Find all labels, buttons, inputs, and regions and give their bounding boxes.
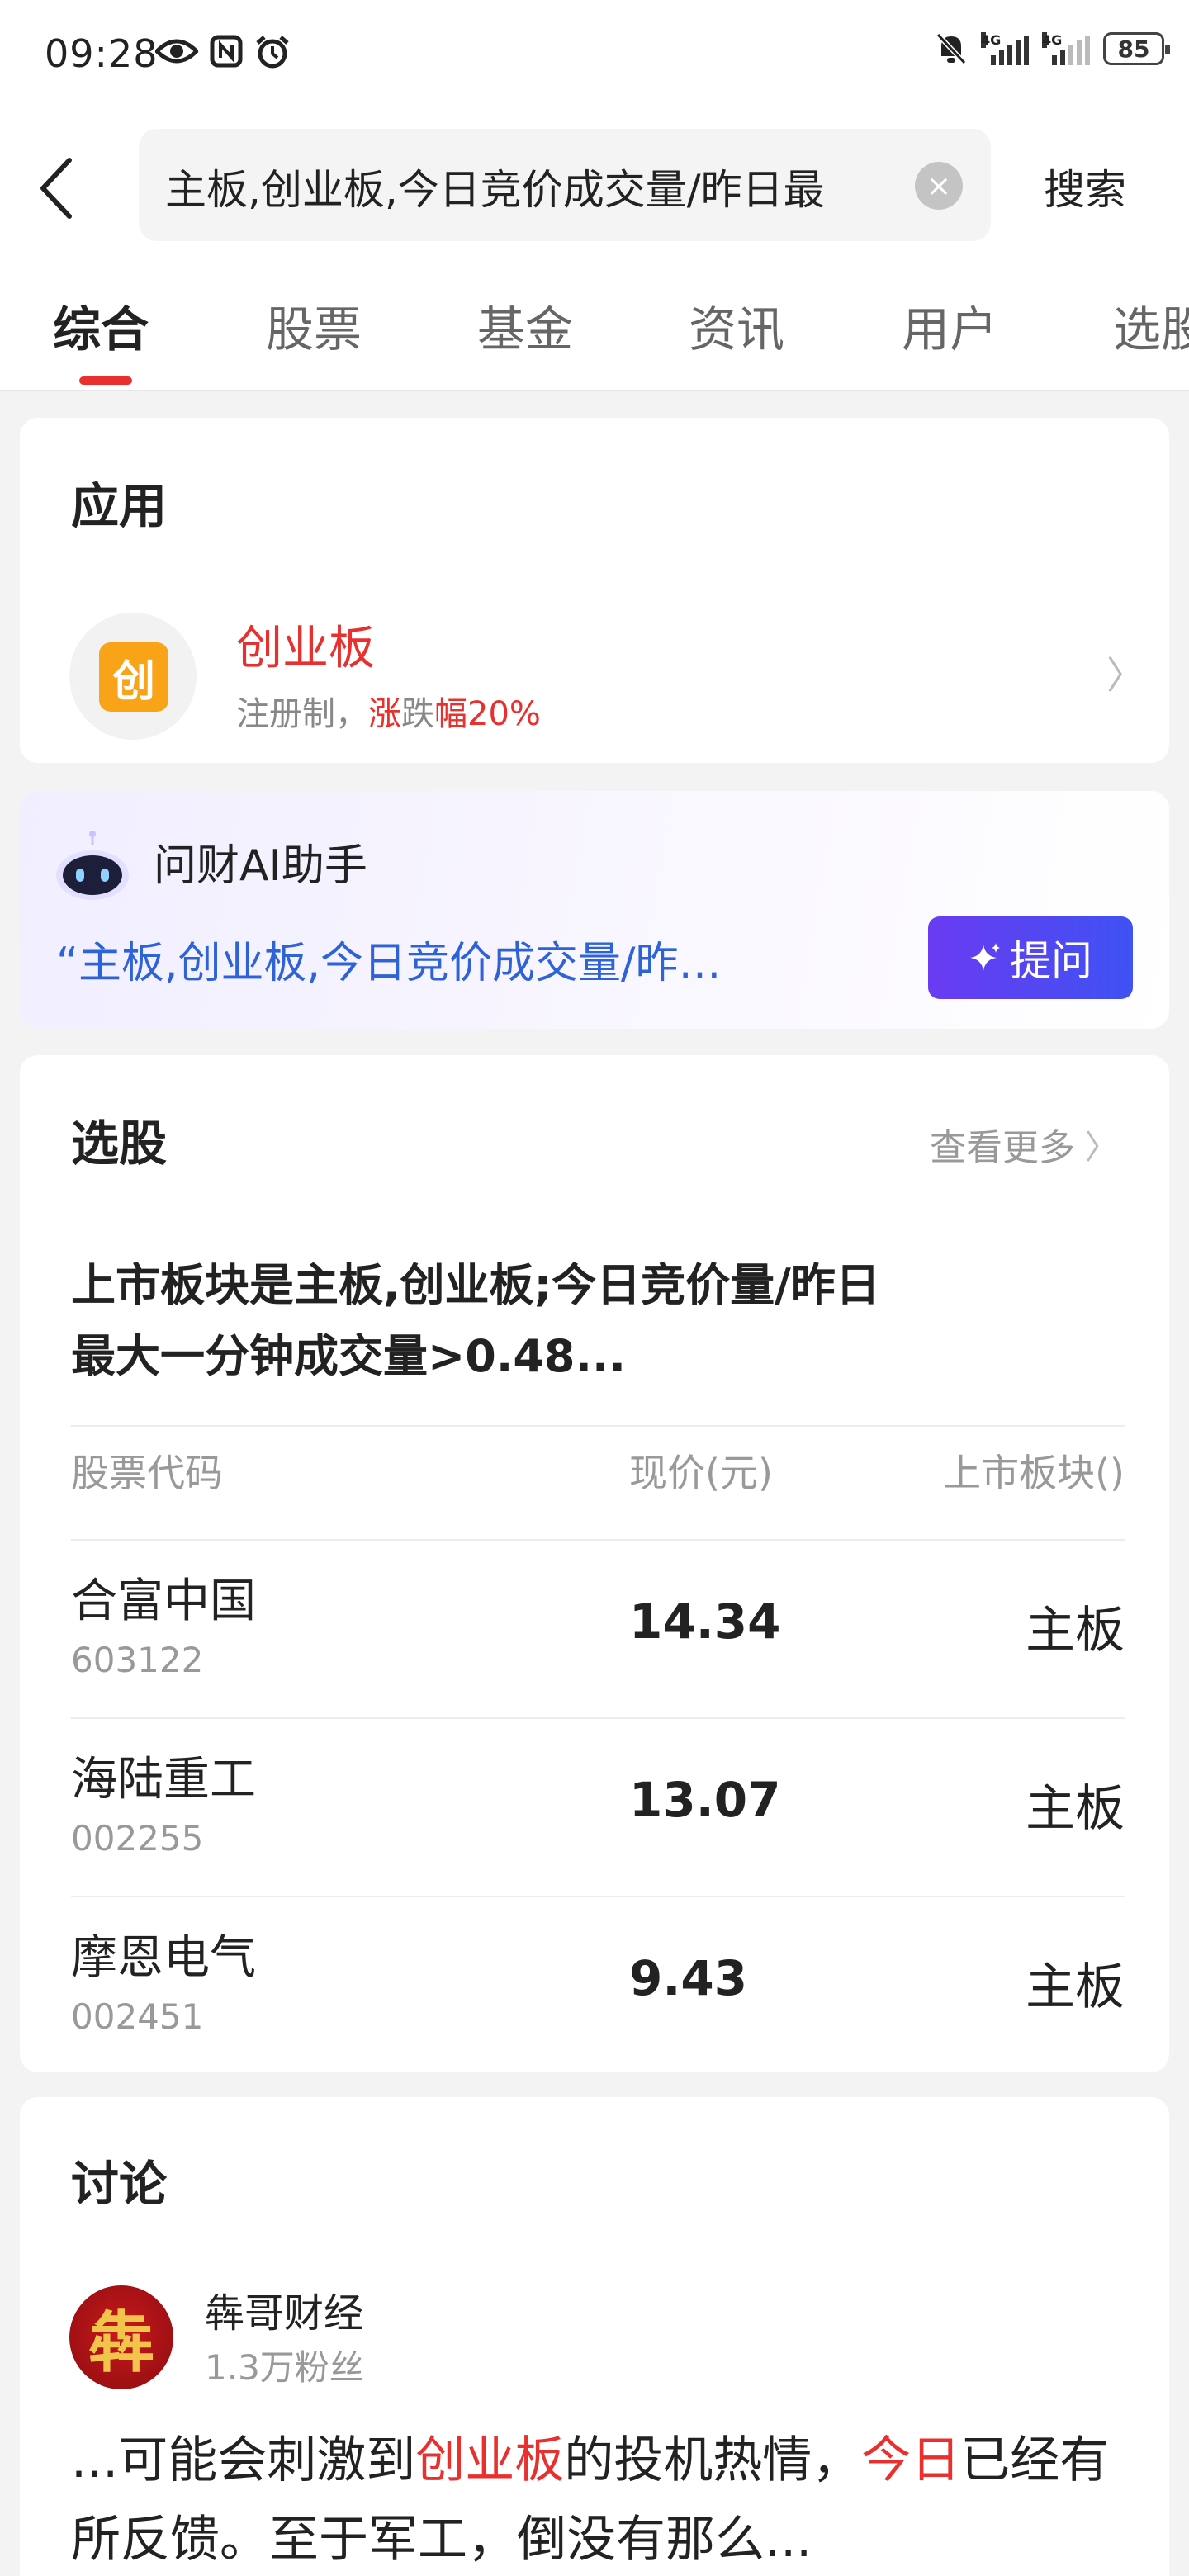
table-row[interactable]: 摩恩电气 002451 9.43 主板 (20, 1897, 1169, 2072)
app-description: 注册制，涨跌幅20% (236, 687, 541, 735)
status-bar: 09:28 4G 4G 85 (0, 0, 1189, 116)
stock-board: 主板 (1026, 1602, 1125, 1660)
stock-board: 主板 (1026, 1780, 1125, 1838)
app-desc-prefix: 注册制， (236, 695, 368, 733)
search-input[interactable]: 主板,创业板,今日竞价成交量/昨日最 × (139, 129, 991, 241)
column-header-code[interactable]: 股票代码 (71, 1443, 223, 1498)
battery-icon: 85 (1103, 32, 1170, 65)
stock-price: 13.07 (629, 1772, 781, 1828)
stock-picker-title: 选股 (71, 1115, 168, 1172)
ask-button[interactable]: 提问 (928, 916, 1133, 999)
stock-query[interactable]: 上市板块是主板,创业板;今日竞价量/昨日最大一分钟成交量>0.48... (71, 1250, 897, 1392)
post-keyword: 创业板 (415, 2432, 565, 2489)
signal-strength-icon-2: 4G (1042, 32, 1090, 65)
status-time: 09:28 (45, 31, 159, 76)
app-desc-highlight: 涨 (368, 695, 401, 733)
app-desc-highlight: 幅20% (434, 695, 541, 733)
alarm-icon (256, 36, 289, 69)
view-more-label: 查看更多 (930, 1127, 1075, 1169)
table-row[interactable]: 海陆重工 002255 13.07 主板 (20, 1719, 1169, 1896)
stock-code: 002451 (71, 1996, 204, 2037)
tab-stocks[interactable]: 股票 (266, 291, 362, 360)
ai-assistant-title: 问财AI助手 (154, 841, 367, 891)
tab-stock-picker[interactable]: 选股 (1113, 291, 1189, 360)
column-header-board[interactable]: 上市板块() (943, 1443, 1125, 1498)
back-arrow-icon[interactable] (30, 155, 88, 221)
avatar[interactable]: 犇 (69, 2285, 173, 2389)
discussion-title: 讨论 (71, 2156, 168, 2212)
post-keyword: 今日 (861, 2432, 961, 2489)
discussion-card: 讨论 犇 犇哥财经 1.3万粉丝 ...可能会刺激到创业板的投机热情，今日已经有… (20, 2097, 1169, 2576)
stock-name: 合富中国 (71, 1574, 256, 1628)
app-item-chinext[interactable]: 创 创业板 注册制，涨跌幅20% 〉 (20, 583, 1169, 763)
status-icons-right: 4G 4G 85 (935, 31, 1170, 66)
status-icons-left (155, 35, 291, 69)
chinext-app-icon: 创 (99, 642, 168, 712)
eye-icon (155, 39, 198, 64)
chevron-right-icon: 〉 (1085, 1129, 1118, 1167)
network-type-label: 4G (1042, 32, 1063, 48)
robot-icon (56, 831, 129, 900)
apps-card: 应用 创 创业板 注册制，涨跌幅20% 〉 (20, 418, 1169, 763)
signal-strength-icon: 4G (981, 32, 1029, 65)
stock-name: 摩恩电气 (71, 1931, 256, 1985)
nfc-icon (210, 35, 243, 68)
stock-code: 603122 (71, 1640, 204, 1680)
tab-funds[interactable]: 基金 (477, 291, 573, 360)
clear-search-icon[interactable]: × (915, 162, 963, 210)
active-tab-indicator (79, 376, 132, 385)
stock-board: 主板 (1026, 1958, 1125, 2016)
network-type-label: 4G (981, 32, 1002, 48)
divider (71, 1425, 1125, 1427)
stock-price: 9.43 (629, 1950, 748, 2006)
author-name[interactable]: 犇哥财经 (205, 2280, 363, 2338)
chevron-right-icon: 〉 (1106, 653, 1144, 698)
app-name: 创业板 (236, 622, 375, 675)
table-row[interactable]: 合富中国 603122 14.34 主板 (20, 1541, 1169, 1717)
tab-comprehensive[interactable]: 综合 (53, 291, 149, 360)
stock-code: 002255 (71, 1818, 204, 1859)
view-more-link[interactable]: 查看更多 〉 (930, 1118, 1118, 1171)
app-desc-mid: 跌 (401, 695, 434, 733)
stock-price: 14.34 (629, 1593, 781, 1650)
sparkle-icon (970, 943, 1000, 971)
mute-bell-icon (936, 32, 967, 65)
apps-section-title: 应用 (71, 478, 168, 534)
ai-suggested-question[interactable]: “主板,创业板,今日竞价成交量/昨… (56, 928, 882, 990)
ask-button-label: 提问 (1010, 937, 1092, 985)
search-input-value: 主板,创业板,今日竞价成交量/昨日最 (165, 166, 825, 214)
stock-picker-card: 选股 查看更多 〉 上市板块是主板,创业板;今日竞价量/昨日最大一分钟成交量>0… (20, 1055, 1169, 2072)
column-header-price[interactable]: 现价(元) (629, 1443, 773, 1498)
post-text: ...可能会刺激到 (71, 2432, 416, 2489)
follower-count: 1.3万粉丝 (205, 2347, 364, 2388)
tab-news[interactable]: 资讯 (689, 291, 784, 360)
search-header: 主板,创业板,今日竞价成交量/昨日最 × 搜索 (0, 116, 1189, 256)
ai-assistant-card: 问财AI助手 “主板,创业板,今日竞价成交量/昨… 提问 (20, 791, 1169, 1029)
category-tabs: 综合 股票 基金 资讯 用户 选股 (0, 256, 1189, 391)
post-text: 的投机热情， (564, 2432, 862, 2489)
tab-users[interactable]: 用户 (902, 291, 997, 360)
stock-name: 海陆重工 (71, 1753, 256, 1807)
post-excerpt[interactable]: ...可能会刺激到创业板的投机热情，今日已经有所反馈。至于军工，倒没有那么... (71, 2421, 1136, 2576)
search-button[interactable]: 搜索 (1044, 157, 1126, 216)
